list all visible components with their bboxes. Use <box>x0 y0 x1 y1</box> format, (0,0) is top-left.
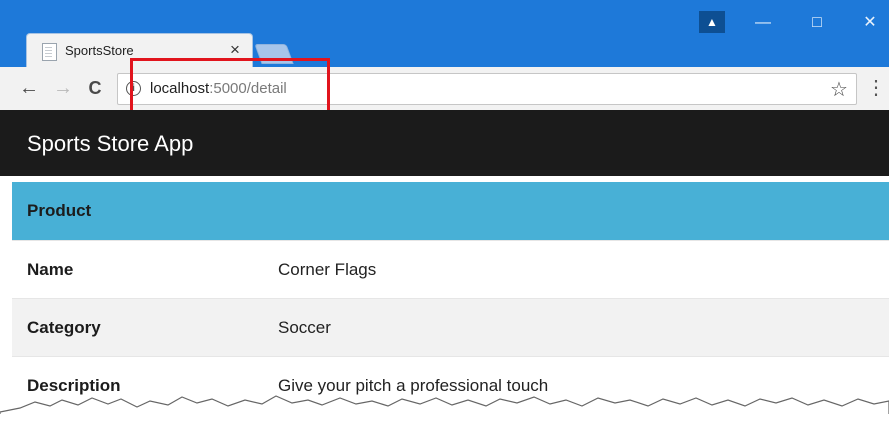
reload-button[interactable]: C <box>82 75 108 101</box>
tab-title: SportsStore <box>65 43 134 58</box>
table-header-row: Product <box>12 182 889 240</box>
maximize-button[interactable]: □ <box>802 13 832 33</box>
row-label: Name <box>27 260 74 279</box>
row-label: Category <box>27 318 101 337</box>
table-row: Category Soccer <box>12 298 889 356</box>
address-bar[interactable]: i localhost:5000/detail ☆ <box>117 73 857 105</box>
browser-menu-icon[interactable]: ⋮ <box>866 75 886 101</box>
table-header: Product <box>27 201 92 220</box>
minimize-button[interactable]: — <box>748 13 778 33</box>
app-navbar: Sports Store App <box>0 110 889 176</box>
app-brand: Sports Store App <box>27 131 194 156</box>
new-tab-button[interactable] <box>254 44 294 64</box>
browser-toolbar: ← → C i localhost:5000/detail ☆ ⋮ <box>0 67 889 110</box>
forward-button[interactable]: → <box>50 75 76 101</box>
page-icon <box>42 43 57 61</box>
row-value: Soccer <box>278 318 331 337</box>
row-value: Corner Flags <box>278 260 377 279</box>
url-host: localhost <box>150 80 210 97</box>
profile-icon[interactable]: ▲ <box>699 11 725 33</box>
tab-close-icon[interactable]: × <box>226 40 244 60</box>
url-text: localhost:5000/detail <box>150 80 287 97</box>
table-row: Name Corner Flags <box>12 240 889 298</box>
browser-titlebar: SportsStore × ▲ — □ ✕ <box>0 0 889 68</box>
back-button[interactable]: ← <box>16 75 42 101</box>
tab-sportsstore[interactable]: SportsStore × <box>26 33 253 68</box>
close-window-button[interactable]: ✕ <box>855 13 885 33</box>
site-info-icon[interactable]: i <box>126 81 141 96</box>
bookmark-star-icon[interactable]: ☆ <box>830 77 848 102</box>
torn-edge-decoration <box>0 395 889 422</box>
url-path: :5000/detail <box>209 80 287 97</box>
